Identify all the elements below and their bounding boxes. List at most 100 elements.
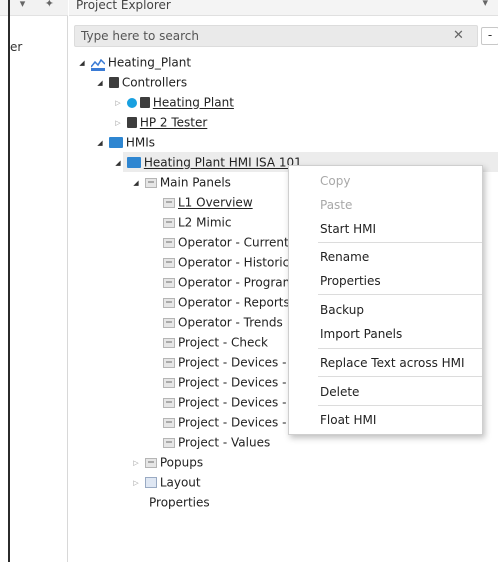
collapsed-caret-icon[interactable]: ▷	[131, 473, 141, 493]
menu-item-properties[interactable]: Properties	[289, 270, 482, 292]
panel-icon	[163, 197, 175, 208]
panel-icon	[163, 217, 175, 228]
collapsed-caret-icon[interactable]: ▷	[113, 93, 123, 113]
tree-label-controller-2[interactable]: HP 2 Tester	[140, 116, 207, 130]
tree-node-panel[interactable]: Project - Devices -	[163, 412, 286, 432]
tree-label-hmis: HMIs	[125, 135, 155, 150]
tree-node-controller-1[interactable]: ▷ Heating Plant	[113, 92, 234, 112]
tree-node-panel[interactable]: Project - Check	[163, 332, 268, 352]
panel-icon	[163, 397, 175, 408]
left-pane-border	[8, 0, 10, 562]
tree-label-popups: Popups	[159, 455, 204, 470]
menu-item-backup[interactable]: Backup	[289, 299, 482, 321]
tree-node-panel[interactable]: Project - Devices -	[163, 372, 286, 392]
panel-icon	[163, 357, 175, 368]
left-pane-header-icons[interactable]: ▾ ✦	[20, 0, 62, 10]
panel-icon	[163, 277, 175, 288]
tree-node-main-panels[interactable]: ◢ Main Panels	[131, 172, 231, 192]
tree-label-panel: Project - Devices -	[178, 415, 287, 430]
menu-item-delete[interactable]: Delete	[289, 381, 482, 403]
panel-icon	[163, 237, 175, 248]
tree-node-panel[interactable]: Project - Devices -	[163, 352, 286, 372]
tree-label-controllers: Controllers	[121, 75, 188, 90]
tree-node-panel[interactable]: Operator - Reports	[163, 292, 290, 312]
menu-item-start-hmi[interactable]: Start HMI	[289, 218, 482, 240]
online-status-icon	[126, 97, 137, 108]
search-box: ✕	[74, 25, 478, 47]
collapsed-caret-icon[interactable]: ▷	[113, 113, 123, 133]
search-input[interactable]	[75, 26, 455, 46]
expanded-caret-icon[interactable]: ◢	[77, 53, 87, 73]
panel-title: Project Explorer	[76, 0, 171, 12]
left-pane-label: er	[10, 40, 23, 54]
panel-icon	[163, 417, 175, 428]
tree-label-panel: Operator - Reports	[178, 295, 290, 310]
tree-node-panel[interactable]: Operator - Historic	[163, 252, 289, 272]
tree-label-root: Heating_Plant	[107, 55, 192, 70]
tree-label-properties: Properties	[149, 495, 210, 510]
panel-icon	[163, 377, 175, 388]
tree-label-hmi-1[interactable]: Heating Plant HMI ISA 101	[144, 156, 302, 170]
plant-icon	[90, 57, 106, 71]
tree-label-panel: Project - Devices -	[178, 395, 287, 410]
panel-icon	[163, 257, 175, 268]
tree-node-popups[interactable]: ▷ Popups	[131, 452, 203, 472]
tree-label-panel: Project - Check	[178, 335, 268, 350]
menu-separator	[318, 405, 482, 406]
panel-icon	[163, 437, 175, 448]
menu-separator	[318, 242, 482, 243]
tree-label-panel: Project - Devices -	[178, 355, 287, 370]
menu-item-import-panels[interactable]: Import Panels	[289, 323, 482, 345]
tree-label-panel: Operator - Program	[178, 275, 295, 290]
expanded-caret-icon[interactable]: ◢	[113, 153, 123, 173]
panel-icon	[163, 337, 175, 348]
tree-label-panel: Operator - Historic	[178, 255, 290, 270]
menu-item-rename[interactable]: Rename	[289, 246, 482, 268]
hmi-folder-icon	[108, 137, 123, 148]
menu-item-replace-text[interactable]: Replace Text across HMI	[289, 352, 482, 374]
expanded-caret-icon[interactable]: ◢	[95, 133, 105, 153]
context-menu: Copy Paste Start HMI Rename Properties B…	[288, 165, 483, 435]
tree-node-controller-2[interactable]: ▷ HP 2 Tester	[113, 112, 207, 132]
left-pane-header: ▾ ✦	[0, 0, 68, 16]
tree-label-panel: Project - Values	[178, 435, 271, 450]
tree-node-panel[interactable]: Operator - Program	[163, 272, 294, 292]
tree-node-layout[interactable]: ▷ Layout	[131, 472, 201, 493]
menu-item-paste: Paste	[320, 198, 353, 212]
tree-label-panel: Project - Devices -	[178, 375, 287, 390]
tree-node-panel[interactable]: L2 Mimic	[163, 212, 231, 232]
tree-node-hmis[interactable]: ◢ HMIs	[95, 132, 155, 152]
tree-node-panel[interactable]: Project - Values	[163, 432, 270, 452]
hmi-icon	[126, 157, 141, 168]
tree-label-controller-1[interactable]: Heating Plant	[153, 96, 234, 110]
collapsed-caret-icon[interactable]: ▷	[131, 453, 141, 473]
tree-node-panel[interactable]: Project - Devices -	[163, 392, 286, 412]
tree-node-properties[interactable]: Properties	[149, 492, 210, 512]
expanded-caret-icon[interactable]: ◢	[95, 73, 105, 93]
controller-icon	[108, 77, 119, 88]
tree-node-panel[interactable]: Operator - Current	[163, 232, 289, 252]
popups-folder-icon	[144, 457, 157, 468]
tree-label-panel: Operator - Current	[178, 235, 289, 250]
tree-node-panel[interactable]: Operator - Trends	[163, 312, 283, 332]
layout-icon	[144, 477, 157, 488]
tree-node-controllers[interactable]: ◢ Controllers	[95, 72, 187, 92]
tree-node-hmi-1[interactable]: ◢ Heating Plant HMI ISA 101	[113, 152, 302, 173]
clear-search-icon[interactable]: ✕	[453, 28, 464, 43]
controller-icon	[126, 117, 137, 128]
panel-icon	[163, 297, 175, 308]
expanded-caret-icon[interactable]: ◢	[131, 173, 141, 193]
tree-label-panel: L2 Mimic	[178, 215, 232, 230]
menu-item-float-hmi[interactable]: Float HMI	[289, 409, 482, 431]
tree-label-panel[interactable]: L1 Overview	[178, 196, 253, 210]
tree-node-panel[interactable]: L1 Overview	[163, 192, 253, 212]
panel-menu-icon[interactable]: ▾	[482, 0, 488, 9]
tree-label-layout: Layout	[159, 475, 201, 490]
left-pane: ▾ ✦ er	[0, 0, 68, 562]
controller-icon	[139, 97, 150, 108]
menu-separator	[318, 294, 482, 295]
collapse-all-button[interactable]: -	[481, 27, 498, 45]
tree-node-root[interactable]: ◢ Heating_Plant	[77, 52, 191, 72]
menu-item-copy: Copy	[320, 174, 351, 188]
tree-label-main-panels: Main Panels	[159, 175, 231, 190]
